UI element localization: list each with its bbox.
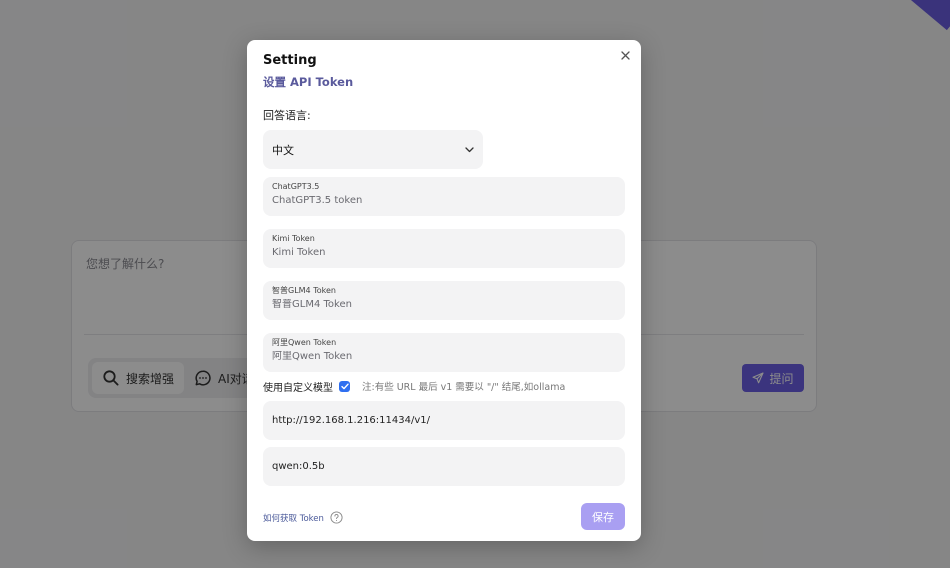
kimi-token-label: Kimi Token (272, 234, 315, 243)
check-icon (340, 383, 349, 389)
settings-modal: Setting 设置 API Token 回答语言: 中文 ChatGPT3.5… (247, 40, 641, 541)
chatgpt-token-field[interactable]: ChatGPT3.5 (263, 177, 625, 216)
modal-subtitle: 设置 API Token (263, 75, 354, 89)
chatgpt-token-label: ChatGPT3.5 (272, 182, 320, 191)
custom-model-name-input[interactable] (272, 461, 616, 472)
help-circle-icon[interactable] (330, 511, 343, 524)
custom-model-note: 注:有些 URL 最后 v1 需要以 "/" 结尾,如ollama (362, 382, 566, 393)
kimi-token-field[interactable]: Kimi Token (263, 229, 625, 268)
qwen-token-field[interactable]: 阿里Qwen Token (263, 333, 625, 372)
close-button[interactable] (618, 48, 632, 62)
close-icon (620, 50, 630, 60)
custom-model-name-field[interactable] (263, 447, 625, 486)
chatgpt-token-input[interactable] (272, 195, 616, 206)
qwen-token-label: 阿里Qwen Token (272, 338, 337, 347)
custom-model-row: 使用自定义模型 注:有些 URL 最后 v1 需要以 "/" 结尾,如ollam… (263, 379, 566, 394)
how-to-get-token-link[interactable]: 如何获取 Token (263, 511, 343, 524)
glm4-token-field[interactable]: 智普GLM4 Token (263, 281, 625, 320)
custom-url-field[interactable] (263, 401, 625, 440)
kimi-token-input[interactable] (272, 247, 616, 258)
modal-title: Setting (263, 53, 317, 68)
language-label: 回答语言: (263, 109, 311, 122)
glm4-token-input[interactable] (272, 299, 616, 310)
custom-url-input[interactable] (272, 415, 616, 426)
glm4-token-label: 智普GLM4 Token (272, 286, 336, 295)
qwen-token-input[interactable] (272, 351, 616, 362)
custom-model-checkbox[interactable] (339, 380, 350, 392)
language-value: 中文 (272, 143, 294, 157)
custom-model-label: 使用自定义模型 (263, 382, 333, 394)
chevron-down-icon (465, 146, 474, 152)
how-to-get-token-label: 如何获取 Token (263, 513, 324, 524)
language-select[interactable]: 中文 (263, 130, 483, 169)
save-button[interactable]: 保存 (581, 503, 625, 530)
